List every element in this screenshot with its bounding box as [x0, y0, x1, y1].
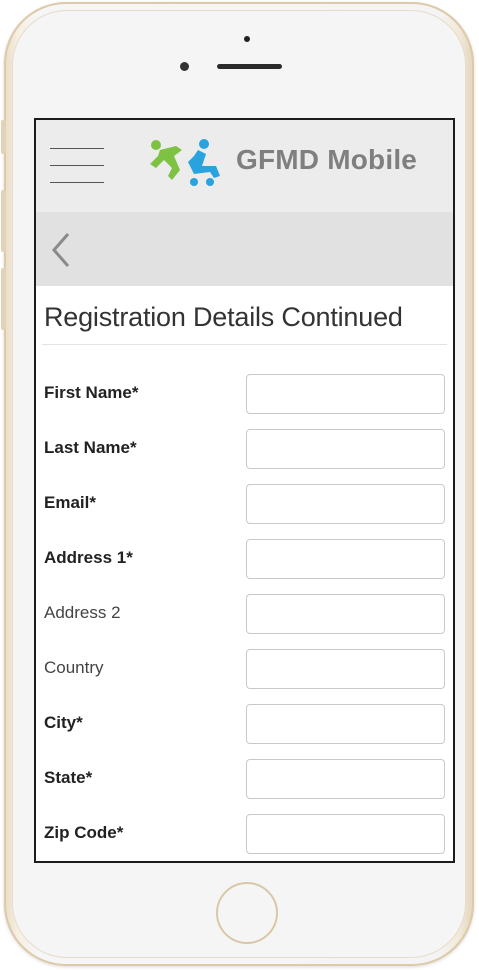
last-name-row: Last Name* — [36, 429, 453, 469]
country-row: Country — [36, 649, 453, 689]
earpiece-speaker — [217, 64, 282, 69]
navigation-bar — [36, 212, 453, 286]
address2-field[interactable] — [246, 594, 445, 634]
first-name-label: First Name* — [44, 383, 139, 402]
city-row: City* — [36, 704, 453, 744]
page-title: Registration Details Continued — [44, 302, 403, 332]
hamburger-icon[interactable] — [50, 148, 106, 184]
address1-field[interactable] — [246, 539, 445, 579]
app-title: GFMD Mobile — [236, 144, 418, 175]
divider — [42, 344, 447, 345]
last-name-field[interactable] — [246, 429, 445, 469]
volume-up-button — [1, 190, 6, 252]
state-field[interactable] — [246, 759, 445, 799]
mute-switch — [1, 120, 6, 154]
address2-label: Address 2 — [44, 603, 121, 622]
app-header: GFMD Mobile — [36, 120, 453, 213]
front-camera — [180, 62, 189, 71]
zip-code-row: Zip Code* — [36, 814, 453, 854]
volume-down-button — [1, 268, 6, 330]
proximity-sensor — [244, 36, 250, 42]
home-button[interactable] — [216, 882, 278, 944]
last-name-label: Last Name* — [44, 438, 137, 457]
first-name-row: First Name* — [36, 374, 453, 414]
first-name-field[interactable] — [246, 374, 445, 414]
gfmd-logo-icon — [150, 139, 220, 186]
email-field[interactable] — [246, 484, 445, 524]
city-label: City* — [44, 713, 83, 732]
city-field[interactable] — [246, 704, 445, 744]
zip-code-label: Zip Code* — [44, 823, 124, 842]
country-field[interactable] — [246, 649, 445, 689]
state-row: State* — [36, 759, 453, 799]
country-label: Country — [44, 658, 104, 677]
email-label: Email* — [44, 493, 96, 512]
app-screen: GFMD Mobile Registration Details Continu… — [34, 118, 455, 863]
address1-label: Address 1* — [44, 548, 133, 567]
email-row: Email* — [36, 484, 453, 524]
zip-code-field[interactable] — [246, 814, 445, 854]
address1-row: Address 1* — [36, 539, 453, 579]
address2-row: Address 2 — [36, 594, 453, 634]
chevron-left-icon[interactable] — [48, 230, 74, 270]
state-label: State* — [44, 768, 93, 787]
